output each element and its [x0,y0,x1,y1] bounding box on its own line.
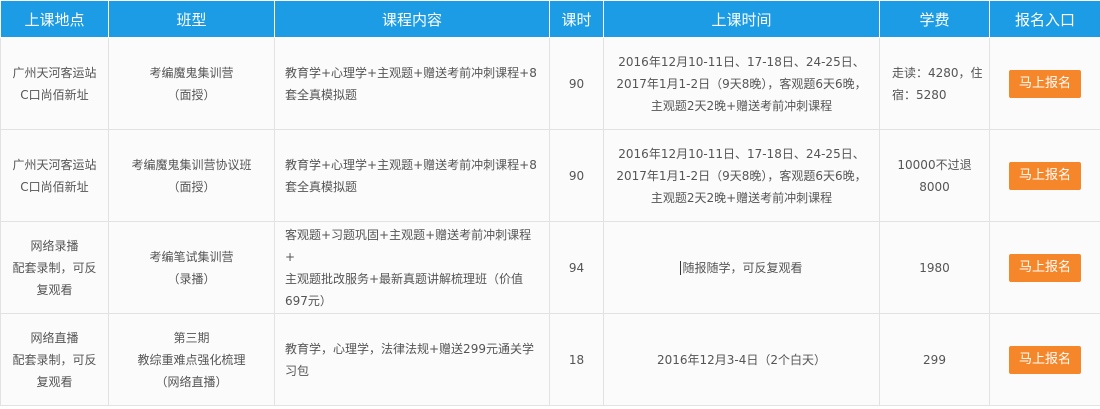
signup-button[interactable]: 马上报名 [1009,161,1081,190]
table-row: 广州天河客运站 C口尚佰新址 考编魔鬼集训营协议班 （面授） 教育学+心理学+主… [0,129,1100,222]
time-line: 2016年12月3-4日（2个白天） [656,352,827,367]
fee-line: 宿：5280 [892,87,947,102]
fee-line: 10000不过退 [897,157,972,172]
location-line: 网络直播 [30,330,79,345]
header-hours: 课时 [549,0,604,38]
time-line: 2017年1月1-2日（9天8晚），客观题6天6晚， [616,76,867,91]
fee-line: 8000 [919,179,950,194]
content-line: 697元） [285,293,332,308]
class-type-line: （面授） [167,87,216,102]
location-line: C口尚佰新址 [20,179,89,194]
class-type-line: 考编笔试集训营 [149,249,234,264]
content-line: 主观题批改服务+最新真题讲解梳理班（价值 [285,271,524,286]
hours-cell: 18 [549,313,604,406]
content-line: 套全真模拟题 [285,87,358,102]
content-line: 套全真模拟题 [285,179,358,194]
location-cell: 广州天河客运站 C口尚佰新址 [0,37,109,130]
header-location: 上课地点 [0,0,109,38]
table-row: 广州天河客运站 C口尚佰新址 考编魔鬼集训营 （面授） 教育学+心理学+主观题+… [0,37,1100,130]
content-line: 教育学，心理学，法律法规+赠送299元通关学 [285,341,534,356]
location-line: 配套录制，可反 [12,260,97,275]
content-cell: 教育学+心理学+主观题+赠送考前冲刺课程+8 套全真模拟题 [274,37,550,130]
time-line: 2016年12月10-11日、17-18日、24-25日、 [618,54,865,69]
fee-line: 走读：4280，住 [892,65,983,80]
signup-cell: 马上报名 [989,313,1100,406]
class-type-line: （面授） [167,179,216,194]
header-signup: 报名入口 [989,0,1100,38]
time-line: 2016年12月10-11日、17-18日、24-25日、 [618,146,865,161]
class-type-cell: 考编魔鬼集训营 （面授） [108,37,275,130]
content-line: 客观题+习题巩固+主观题+赠送考前冲刺课程+ [285,227,532,264]
class-type-line: （网络直播） [155,374,228,389]
signup-cell: 马上报名 [989,221,1100,314]
header-class-type: 班型 [108,0,275,38]
header-fee: 学费 [879,0,990,38]
class-type-cell: 第三期 教综重难点强化梳理 （网络直播） [108,313,275,406]
signup-button[interactable]: 马上报名 [1009,345,1081,374]
fee-cell: 1980 [879,221,990,314]
class-type-line: （录播） [167,271,216,286]
content-cell: 客观题+习题巩固+主观题+赠送考前冲刺课程+ 主观题批改服务+最新真题讲解梳理班… [274,221,550,314]
location-cell: 广州天河客运站 C口尚佰新址 [0,129,109,222]
location-cell: 网络直播 配套录制，可反 复观看 [0,313,109,406]
header-content: 课程内容 [274,0,550,38]
signup-cell: 马上报名 [989,37,1100,130]
class-type-line: 教综重难点强化梳理 [137,352,246,367]
fee-cell: 299 [879,313,990,406]
time-line: 主观题2天2晚+赠送考前冲刺课程 [650,190,833,205]
fee-line: 299 [923,352,946,367]
time-line: 2017年1月1-2日（9天8晚），客观题6天6晚， [616,168,867,183]
class-type-line: 考编魔鬼集训营 [149,65,234,80]
time-line: 随报随学，可反复观看 [682,260,803,275]
signup-button[interactable]: 马上报名 [1009,69,1081,98]
location-line: 配套录制，可反 [12,352,97,367]
content-cell: 教育学，心理学，法律法规+赠送299元通关学 习包 [274,313,550,406]
fee-line: 1980 [919,260,950,275]
class-type-line: 考编魔鬼集训营协议班 [131,157,252,172]
course-schedule-table: 上课地点 班型 课程内容 课时 上课时间 学费 报名入口 广州天河客运站 C口尚… [0,0,1100,406]
location-line: 复观看 [36,374,73,389]
hours-cell: 90 [549,37,604,130]
hours-cell: 90 [549,129,604,222]
time-cell: 2016年12月10-11日、17-18日、24-25日、 2017年1月1-2… [603,37,880,130]
content-line: 教育学+心理学+主观题+赠送考前冲刺课程+8 [285,65,537,80]
time-line: 主观题2天2晚+赠送考前冲刺课程 [650,98,833,113]
location-line: 复观看 [36,282,73,297]
time-cell: 2016年12月10-11日、17-18日、24-25日、 2017年1月1-2… [603,129,880,222]
time-cell: 随报随学，可反复观看 [603,221,880,314]
class-type-cell: 考编笔试集训营 （录播） [108,221,275,314]
content-line: 习包 [285,363,310,378]
table-header-row: 上课地点 班型 课程内容 课时 上课时间 学费 报名入口 [0,0,1100,38]
location-line: 广州天河客运站 [12,157,97,172]
fee-cell: 走读：4280，住 宿：5280 [879,37,990,130]
class-type-line: 第三期 [173,330,210,345]
hours-cell: 94 [549,221,604,314]
time-cell: 2016年12月3-4日（2个白天） [603,313,880,406]
class-type-cell: 考编魔鬼集训营协议班 （面授） [108,129,275,222]
location-line: C口尚佰新址 [20,87,89,102]
header-time: 上课时间 [603,0,880,38]
table-row: 网络直播 配套录制，可反 复观看 第三期 教综重难点强化梳理 （网络直播） 教育… [0,313,1100,406]
signup-button[interactable]: 马上报名 [1009,253,1081,282]
location-cell: 网络录播 配套录制，可反 复观看 [0,221,109,314]
content-cell: 教育学+心理学+主观题+赠送考前冲刺课程+8 套全真模拟题 [274,129,550,222]
signup-cell: 马上报名 [989,129,1100,222]
location-line: 网络录播 [30,238,79,253]
table-row: 网络录播 配套录制，可反 复观看 考编笔试集训营 （录播） 客观题+习题巩固+主… [0,221,1100,314]
content-line: 教育学+心理学+主观题+赠送考前冲刺课程+8 [285,157,537,172]
fee-cell: 10000不过退 8000 [879,129,990,222]
location-line: 广州天河客运站 [12,65,97,80]
